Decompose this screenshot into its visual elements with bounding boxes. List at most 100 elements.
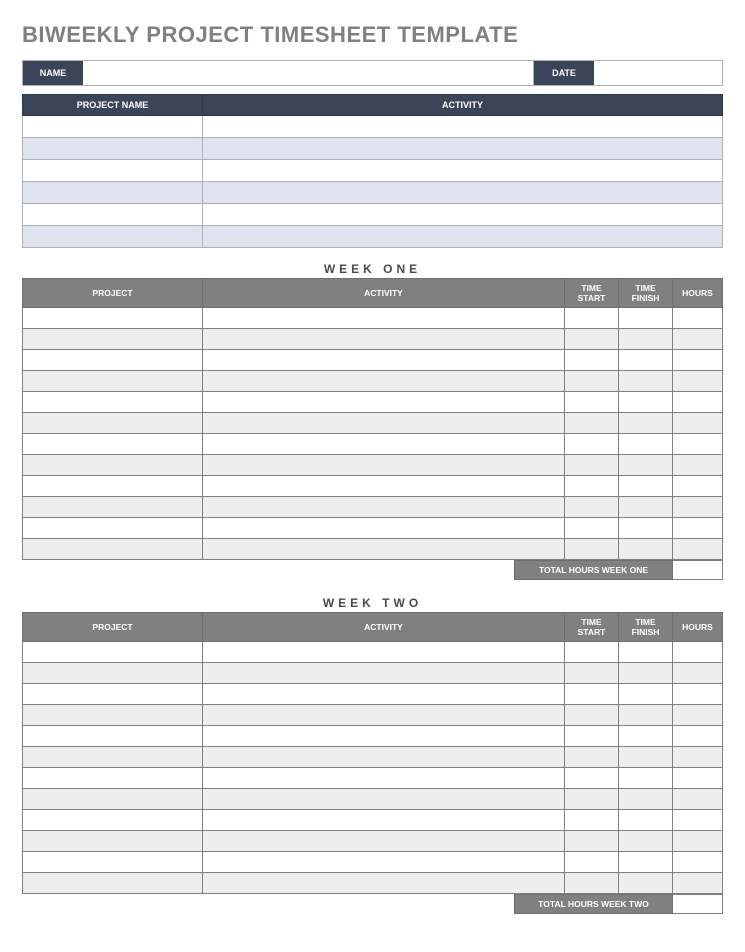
time-finish-cell[interactable] [619,308,673,329]
hours-cell[interactable] [673,308,723,329]
time-start-cell[interactable] [565,539,619,560]
project-cell[interactable] [23,160,203,182]
activity-cell[interactable] [203,434,565,455]
project-cell[interactable] [23,768,203,789]
project-cell[interactable] [23,873,203,894]
hours-cell[interactable] [673,789,723,810]
time-finish-cell[interactable] [619,684,673,705]
hours-cell[interactable] [673,726,723,747]
time-finish-cell[interactable] [619,726,673,747]
activity-cell[interactable] [203,518,565,539]
hours-cell[interactable] [673,768,723,789]
time-start-cell[interactable] [565,747,619,768]
activity-cell[interactable] [203,329,565,350]
time-finish-cell[interactable] [619,873,673,894]
project-cell[interactable] [23,226,203,248]
activity-cell[interactable] [203,873,565,894]
time-finish-cell[interactable] [619,831,673,852]
project-cell[interactable] [23,789,203,810]
time-finish-cell[interactable] [619,455,673,476]
project-cell[interactable] [23,518,203,539]
activity-cell[interactable] [203,182,723,204]
time-start-cell[interactable] [565,726,619,747]
project-cell[interactable] [23,350,203,371]
activity-cell[interactable] [203,852,565,873]
time-start-cell[interactable] [565,350,619,371]
time-finish-cell[interactable] [619,413,673,434]
project-cell[interactable] [23,371,203,392]
time-finish-cell[interactable] [619,392,673,413]
activity-cell[interactable] [203,810,565,831]
time-finish-cell[interactable] [619,810,673,831]
hours-cell[interactable] [673,747,723,768]
time-start-cell[interactable] [565,768,619,789]
activity-cell[interactable] [203,726,565,747]
activity-cell[interactable] [203,226,723,248]
time-finish-cell[interactable] [619,329,673,350]
hours-cell[interactable] [673,476,723,497]
time-finish-cell[interactable] [619,663,673,684]
activity-cell[interactable] [203,413,565,434]
project-cell[interactable] [23,726,203,747]
time-finish-cell[interactable] [619,518,673,539]
project-cell[interactable] [23,539,203,560]
activity-cell[interactable] [203,747,565,768]
project-cell[interactable] [23,455,203,476]
project-cell[interactable] [23,810,203,831]
project-cell[interactable] [23,204,203,226]
project-cell[interactable] [23,138,203,160]
hours-cell[interactable] [673,455,723,476]
time-finish-cell[interactable] [619,539,673,560]
time-start-cell[interactable] [565,789,619,810]
time-start-cell[interactable] [565,831,619,852]
hours-cell[interactable] [673,350,723,371]
activity-cell[interactable] [203,768,565,789]
hours-cell[interactable] [673,497,723,518]
activity-cell[interactable] [203,138,723,160]
time-finish-cell[interactable] [619,434,673,455]
project-cell[interactable] [23,684,203,705]
activity-cell[interactable] [203,160,723,182]
time-start-cell[interactable] [565,476,619,497]
project-cell[interactable] [23,831,203,852]
time-finish-cell[interactable] [619,371,673,392]
hours-cell[interactable] [673,539,723,560]
hours-cell[interactable] [673,852,723,873]
project-cell[interactable] [23,747,203,768]
project-cell[interactable] [23,705,203,726]
hours-cell[interactable] [673,329,723,350]
hours-cell[interactable] [673,518,723,539]
time-finish-cell[interactable] [619,852,673,873]
project-cell[interactable] [23,329,203,350]
time-finish-cell[interactable] [619,705,673,726]
hours-cell[interactable] [673,810,723,831]
activity-cell[interactable] [203,308,565,329]
project-cell[interactable] [23,476,203,497]
activity-cell[interactable] [203,831,565,852]
time-finish-cell[interactable] [619,747,673,768]
time-finish-cell[interactable] [619,789,673,810]
week-one-total-value[interactable] [673,560,723,580]
project-cell[interactable] [23,116,203,138]
project-cell[interactable] [23,413,203,434]
week-two-total-value[interactable] [673,894,723,914]
time-start-cell[interactable] [565,518,619,539]
project-cell[interactable] [23,434,203,455]
activity-cell[interactable] [203,350,565,371]
time-start-cell[interactable] [565,371,619,392]
hours-cell[interactable] [673,413,723,434]
hours-cell[interactable] [673,663,723,684]
project-cell[interactable] [23,182,203,204]
time-start-cell[interactable] [565,413,619,434]
project-cell[interactable] [23,663,203,684]
activity-cell[interactable] [203,705,565,726]
activity-cell[interactable] [203,684,565,705]
hours-cell[interactable] [673,831,723,852]
project-cell[interactable] [23,308,203,329]
activity-cell[interactable] [203,663,565,684]
hours-cell[interactable] [673,434,723,455]
project-cell[interactable] [23,642,203,663]
hours-cell[interactable] [673,371,723,392]
time-finish-cell[interactable] [619,768,673,789]
hours-cell[interactable] [673,642,723,663]
